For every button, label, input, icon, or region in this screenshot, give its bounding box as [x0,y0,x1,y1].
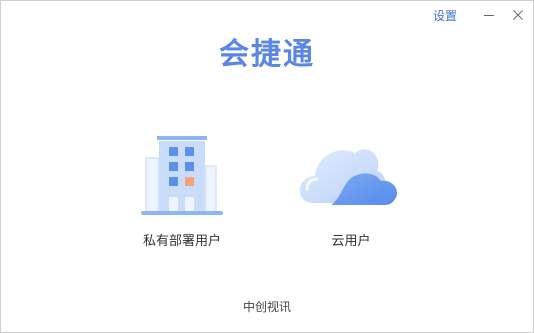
cloud-user-option[interactable]: 云用户 [281,131,421,261]
building-icon [141,136,223,215]
company-footer: 中创视讯 [242,300,291,314]
app-title: 会捷通 [219,37,315,72]
private-deployment-option[interactable]: 私有部署用户 [112,131,252,261]
private-deployment-label: 私有部署用户 [142,234,221,249]
minimize-button[interactable] [479,5,499,25]
cloud-user-label: 云用户 [331,234,371,249]
minimize-icon [484,15,494,16]
cloud-icon [299,149,398,205]
close-button[interactable] [508,5,528,25]
settings-link[interactable]: 设置 [433,8,457,24]
app-window: 设置 会捷通 私有部署用户 云用户 中创视讯 [0,0,534,333]
close-icon [513,10,523,20]
